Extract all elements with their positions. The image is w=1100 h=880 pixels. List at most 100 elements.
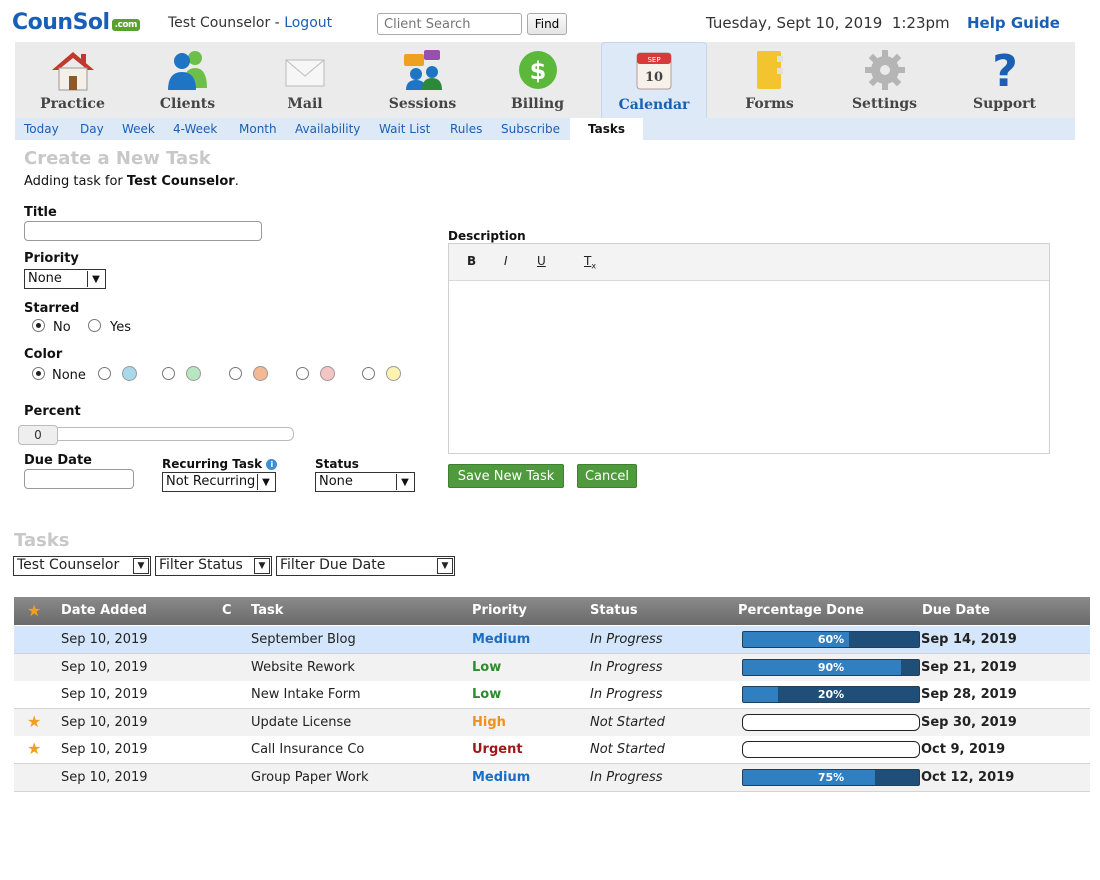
task-row[interactable]: Sep 10, 2019 New Intake Form Low In Progres… <box>14 681 1090 709</box>
nav-clients[interactable]: Clients <box>130 42 245 118</box>
nav-label: Billing <box>510 96 565 112</box>
subnav-tasks[interactable]: Tasks <box>570 118 644 140</box>
color-swatch[interactable] <box>320 366 335 381</box>
subnav-today[interactable]: Today <box>24 122 59 136</box>
description-editor[interactable]: B I U Tx <box>448 243 1050 454</box>
nav-calendar[interactable]: SEP 10 Calendar <box>601 42 707 118</box>
task-name[interactable]: New Intake Form <box>251 687 361 702</box>
info-icon[interactable]: i <box>266 459 278 470</box>
subnav-4-week[interactable]: 4-Week <box>173 122 217 136</box>
progress-label: 60% <box>817 633 845 646</box>
save-new-task-button[interactable]: Save New Task <box>448 464 564 488</box>
star-icon[interactable]: ★ <box>27 712 41 731</box>
adding-suffix: . <box>234 174 239 189</box>
col-priority[interactable]: Priority <box>472 603 527 618</box>
subnav-day[interactable]: Day <box>80 122 104 136</box>
color-swatch[interactable] <box>186 366 201 381</box>
task-status: Not Started <box>590 742 665 757</box>
nav-sessions[interactable]: Sessions <box>365 42 480 118</box>
italic-button[interactable]: I <box>504 254 508 268</box>
status-value: None <box>319 474 353 489</box>
task-priority: High <box>472 715 506 730</box>
task-name[interactable]: September Blog <box>251 632 356 647</box>
percent-slider[interactable] <box>18 427 294 441</box>
people-icon <box>167 51 207 90</box>
starred-yes-radio[interactable] <box>88 319 101 332</box>
nav-billing[interactable]: $ Billing <box>480 42 595 118</box>
status-filter[interactable]: Filter Status ▼ <box>155 556 272 576</box>
color-option-radio[interactable] <box>362 367 375 380</box>
progress-label: 75% <box>817 771 845 784</box>
subnav-wait-list[interactable]: Wait List <box>379 122 430 136</box>
color-none-radio[interactable] <box>32 367 45 380</box>
priority-select[interactable]: None ▼ <box>24 269 106 289</box>
title-input[interactable] <box>24 221 262 241</box>
col-date-added[interactable]: Date Added <box>61 603 147 618</box>
color-option-radio[interactable] <box>162 367 175 380</box>
subnav-availability[interactable]: Availability <box>295 122 360 136</box>
cancel-button[interactable]: Cancel <box>577 464 637 488</box>
color-option-radio[interactable] <box>229 367 242 380</box>
nav-support[interactable]: ? Support <box>937 42 1072 118</box>
subnav-rules[interactable]: Rules <box>450 122 482 136</box>
starred-no-radio[interactable] <box>32 319 45 332</box>
color-option-radio[interactable] <box>98 367 111 380</box>
color-swatch[interactable] <box>122 366 137 381</box>
create-task-title: Create a New Task <box>24 148 211 169</box>
color-swatch[interactable] <box>386 366 401 381</box>
percent-label: Percent <box>24 404 81 419</box>
underline-button[interactable]: U <box>537 254 546 268</box>
counselor-filter[interactable]: Test Counselor ▼ <box>13 556 151 576</box>
subnav-week[interactable]: Week <box>122 122 155 136</box>
status-select[interactable]: None ▼ <box>315 472 415 492</box>
find-button[interactable]: Find <box>527 13 567 35</box>
recurring-label-text: Recurring Task <box>162 457 263 471</box>
due-date-input[interactable] <box>24 469 134 489</box>
task-row[interactable]: ★ Sep 10, 2019 Call Insurance Co Urgent Not … <box>14 736 1090 764</box>
nav-mail[interactable]: Mail <box>245 42 365 118</box>
house-icon <box>51 52 94 91</box>
color-option-radio[interactable] <box>296 367 309 380</box>
star-icon[interactable]: ★ <box>27 739 41 758</box>
nav-label: Calendar <box>618 97 690 113</box>
task-date-added: Sep 10, 2019 <box>61 770 148 785</box>
task-status: In Progress <box>590 660 663 675</box>
col-task[interactable]: Task <box>251 603 283 618</box>
question-icon: ? <box>992 48 1018 92</box>
col-percentage-done[interactable]: Percentage Done <box>738 603 864 618</box>
help-guide-link[interactable]: Help Guide <box>967 14 1060 32</box>
subnav-month[interactable]: Month <box>239 122 277 136</box>
counsol-logo[interactable]: CounSol .com <box>12 10 140 35</box>
task-progress-bar: 90% <box>742 659 920 676</box>
task-row[interactable]: Sep 10, 2019 September Blog Medium In Progr… <box>14 626 1090 654</box>
clear-format-button[interactable]: Tx <box>584 254 596 270</box>
recurring-select[interactable]: Not Recurring ▼ <box>162 472 276 492</box>
counselor-filter-value: Test Counselor <box>17 557 120 573</box>
col-due-date[interactable]: Due Date <box>922 603 990 618</box>
nav-label: Settings <box>851 96 918 112</box>
color-swatch[interactable] <box>253 366 268 381</box>
col-color[interactable]: C <box>222 603 232 618</box>
logout-link[interactable]: Logout <box>284 15 332 31</box>
col-status[interactable]: Status <box>590 603 638 618</box>
due-date-filter[interactable]: Filter Due Date ▼ <box>276 556 455 576</box>
task-row[interactable]: ★ Sep 10, 2019 Update License High Not Start… <box>14 709 1090 737</box>
percent-slider-handle[interactable]: 0 <box>18 425 58 445</box>
task-name[interactable]: Call Insurance Co <box>251 742 364 757</box>
task-row[interactable]: Sep 10, 2019 Website Rework Low In Progress… <box>14 654 1090 682</box>
starred-no-label: No <box>53 320 71 335</box>
nav-practice[interactable]: Practice <box>15 42 130 118</box>
star-column-icon[interactable]: ★ <box>27 601 41 620</box>
client-search-input[interactable] <box>377 13 522 35</box>
nav-forms[interactable]: Forms <box>707 42 832 118</box>
chevron-down-icon: ▼ <box>437 558 453 574</box>
priority-label: Priority <box>24 251 79 266</box>
nav-settings[interactable]: Settings <box>832 42 937 118</box>
bold-button[interactable]: B <box>467 254 476 268</box>
subnav-subscribe[interactable]: Subscribe <box>501 122 560 136</box>
task-name[interactable]: Website Rework <box>251 660 355 675</box>
user-separator: - <box>270 15 285 31</box>
task-row[interactable]: Sep 10, 2019 Group Paper Work Medium In Pro… <box>14 764 1090 792</box>
task-name[interactable]: Group Paper Work <box>251 770 369 785</box>
task-name[interactable]: Update License <box>251 715 351 730</box>
